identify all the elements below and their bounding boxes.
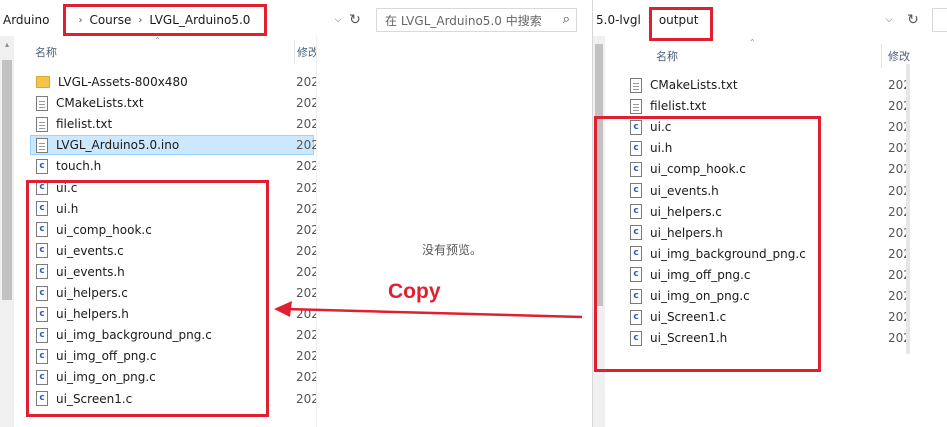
sort-ascending-icon: ⌃ [749, 38, 756, 47]
column-header-name[interactable]: 名称 [656, 44, 678, 68]
column-name-label: 名称 [656, 50, 678, 63]
search-input[interactable]: 在 LVGL_Arduino5.0 中搜索 ⌕ [376, 8, 577, 32]
refresh-icon[interactable]: ↻ [345, 8, 365, 32]
preview-pane [316, 36, 592, 427]
file-row[interactable]: CMakeLists.txt [36, 93, 144, 113]
search-placeholder: 在 LVGL_Arduino5.0 中搜索 [385, 13, 542, 28]
file-row[interactable]: filelist.txt [630, 96, 706, 116]
breadcrumb-lvgl[interactable]: 5.0-lvgl [593, 13, 644, 27]
column-name-label: 名称 [35, 46, 57, 59]
address-dropdown-icon[interactable]: ⌵ [879, 8, 899, 32]
file-row[interactable]: LVGL_Arduino5.0.ino [30, 135, 314, 156]
file-name: CMakeLists.txt [56, 96, 144, 111]
text-file-icon [630, 98, 642, 114]
highlight-right-ui-files [594, 116, 821, 372]
folder-icon [36, 76, 50, 88]
file-row[interactable]: c touch.h [36, 156, 101, 176]
file-name: filelist.txt [650, 99, 707, 114]
file-name: touch.h [56, 159, 102, 174]
file-name: CMakeLists.txt [650, 78, 738, 92]
highlight-breadcrumb-output [649, 7, 713, 41]
refresh-icon[interactable]: ↻ [903, 8, 923, 32]
sort-ascending-icon: ⌃ [154, 36, 161, 45]
column-date-label: 修改 [888, 50, 910, 63]
copy-arrow-icon [274, 301, 583, 319]
right-vertical-scrollbar[interactable] [906, 64, 910, 354]
text-file-icon [630, 77, 642, 93]
scroll-up-icon[interactable]: ▴ [0, 40, 14, 49]
breadcrumb-arduino[interactable]: Arduino [0, 13, 52, 27]
left-scrollbar-thumb[interactable] [2, 60, 12, 300]
c-file-icon: c [36, 158, 48, 174]
preview-empty-text: 没有预览。 [422, 243, 483, 257]
highlight-left-ui-files [26, 180, 269, 417]
column-header-name[interactable]: 名称 [35, 40, 57, 64]
file-row[interactable]: filelist.txt [36, 114, 112, 134]
text-file-icon [36, 95, 48, 111]
search-input[interactable] [932, 8, 947, 32]
highlight-breadcrumb-course [63, 4, 267, 36]
text-file-icon [36, 116, 48, 132]
file-row[interactable]: CMakeLists.txt [630, 75, 738, 95]
text-file-icon [36, 137, 48, 153]
file-name: LVGL_Arduino5.0.ino [56, 138, 180, 153]
file-name: filelist.txt [56, 117, 113, 132]
file-row[interactable]: LVGL-Assets-800x480 [36, 72, 188, 92]
file-name: LVGL-Assets-800x480 [58, 75, 188, 89]
search-icon[interactable]: ⌕ [563, 12, 570, 27]
